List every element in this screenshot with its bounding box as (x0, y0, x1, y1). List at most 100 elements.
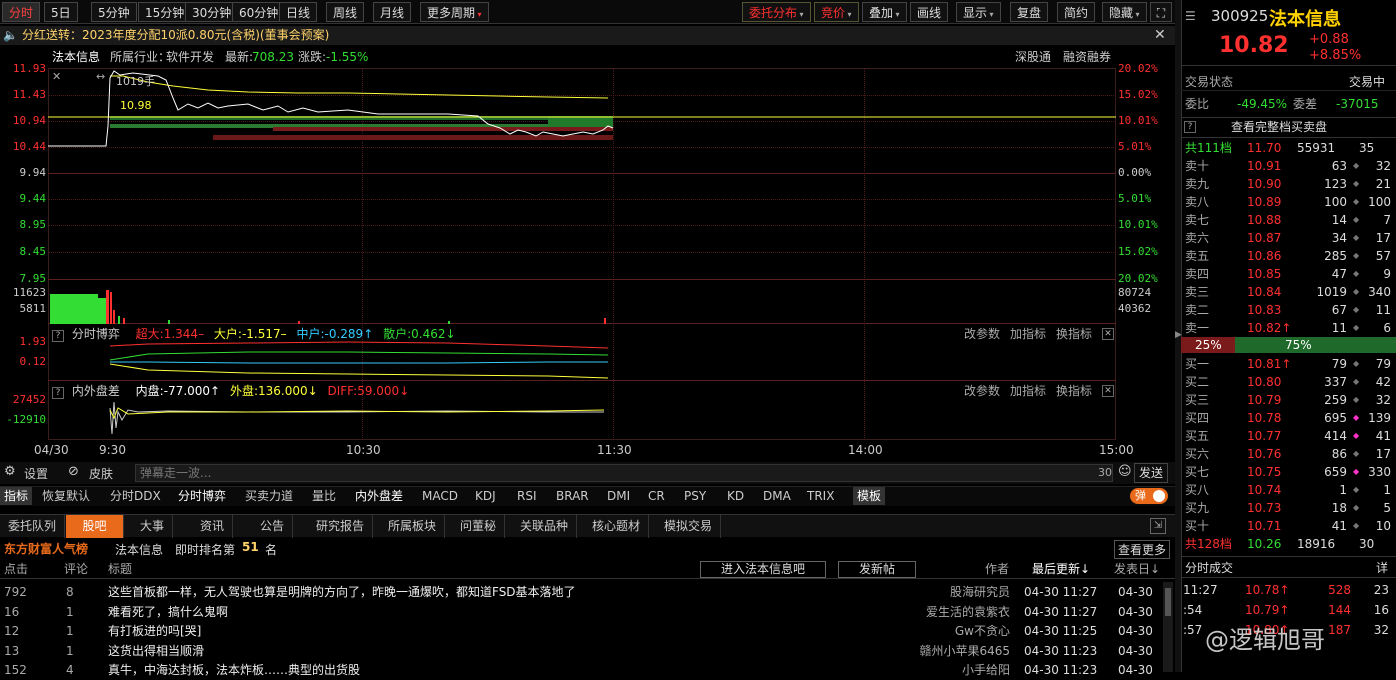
tab-announcements[interactable]: 公告 (252, 515, 294, 538)
col-title[interactable]: 标题 (108, 560, 132, 579)
industry-value[interactable]: 软件开发 (166, 47, 214, 67)
forum-post-row[interactable]: 16 1 难看死了，搞什么鬼啊 爱生活的袁紫衣 04-30 11:27 04-30 (0, 603, 1175, 622)
bid-level-row[interactable]: 买十 10.71 41 ◆ 10 (1181, 517, 1396, 535)
scrollbar-thumb[interactable] (1165, 588, 1171, 616)
period-5day-tab[interactable]: 5日 (44, 2, 78, 22)
margin-trading-link[interactable]: 融资融券 (1063, 47, 1111, 67)
display-button[interactable]: 显示 ▾ (956, 2, 1001, 22)
indicator-buysell[interactable]: 买卖力道 (245, 487, 293, 505)
template-button[interactable]: 模板 (853, 487, 886, 505)
simple-mode-button[interactable]: 简约 (1057, 2, 1096, 22)
bid-level-row[interactable]: 买六 10.76 86 ◆ 17 (1181, 445, 1396, 463)
new-post-button[interactable]: 发新帖 (838, 561, 917, 578)
indicator-kdj[interactable]: KDJ (475, 487, 496, 505)
full-book-row[interactable]: ? 查看完整档买卖盘 (1181, 117, 1396, 138)
col-updated[interactable]: 最后更新↓ (1032, 560, 1090, 579)
period-intraday-tab[interactable]: 分时 (2, 2, 41, 22)
ask-level-row[interactable]: 卖五 10.86 285 ◆ 57 (1181, 247, 1396, 265)
ask-level-row[interactable]: 卖三 10.84 1019 ◆ 340 (1181, 283, 1396, 301)
tab-order-queue[interactable]: 委托队列 (0, 515, 66, 538)
indicator-ddx[interactable]: 分时DDX (110, 487, 161, 505)
shenzhen-connect-link[interactable]: 深股通 (1015, 47, 1051, 67)
danmaku-input[interactable] (135, 464, 1113, 482)
overlay-button[interactable]: 叠加 ▾ (862, 2, 907, 22)
ask-level-row[interactable]: 卖九 10.90 123 ◆ 21 (1181, 175, 1396, 193)
post-author[interactable]: 爱生活的袁紫衣 (880, 603, 1010, 622)
tab-sectors[interactable]: 所属板块 (380, 515, 446, 538)
post-author[interactable]: 赣州小苹果6465 (880, 642, 1010, 661)
ask-level-row[interactable]: 卖一 10.82↑ 11 ◆ 6 (1181, 319, 1396, 337)
ask-level-row[interactable]: 卖二 10.83 67 ◆ 11 (1181, 301, 1396, 319)
ask-level-row[interactable]: 卖八 10.89 100 ◆ 100 (1181, 193, 1396, 211)
ask-level-row[interactable]: 卖七 10.88 14 ◆ 7 (1181, 211, 1396, 229)
tab-events[interactable]: 大事 (132, 515, 174, 538)
tab-simulated[interactable]: 模拟交易 (656, 515, 722, 538)
period-month-tab[interactable]: 月线 (373, 2, 412, 22)
ask-level-row[interactable]: 卖十 10.91 63 ◆ 32 (1181, 157, 1396, 175)
send-button[interactable]: 发送 (1134, 463, 1169, 483)
bid-level-row[interactable]: 买七 10.75 659 ◆ 330 (1181, 463, 1396, 481)
period-day-tab[interactable]: 日线 (279, 2, 318, 22)
indicator-boyi[interactable]: 分时博弈 (178, 487, 226, 505)
gear-icon[interactable]: ⚙ (4, 464, 16, 479)
settings-button[interactable]: 设置 (24, 465, 48, 482)
tab-guba[interactable]: 股吧 (66, 515, 124, 538)
post-title[interactable]: 真牛，中海达封板，法本炸板……典型的出货股 (108, 661, 360, 680)
tab-research[interactable]: 研究报告 (308, 515, 374, 538)
popout-icon[interactable]: ⇲ (1150, 518, 1166, 534)
bid-level-row[interactable]: 买三 10.79 259 ◆ 32 (1181, 391, 1396, 409)
bid-level-row[interactable]: 买九 10.73 18 ◆ 5 (1181, 499, 1396, 517)
post-title[interactable]: 难看死了，搞什么鬼啊 (108, 603, 228, 622)
indicator-volratio[interactable]: 量比 (312, 487, 336, 505)
bid-level-row[interactable]: 买四 10.78 695 ◆ 139 (1181, 409, 1396, 427)
ticks-detail-button[interactable]: 详 (1376, 557, 1388, 579)
indicator-cr[interactable]: CR (648, 487, 665, 505)
emoji-icon[interactable]: ☺ (1118, 464, 1132, 479)
close-icon[interactable]: ✕ (1102, 328, 1114, 340)
tab-related[interactable]: 关联品种 (512, 515, 578, 538)
post-title[interactable]: 这些首板都一样，无人驾驶也算是明牌的方向了，昨晚一通爆吹，都知道FSD基本落地了 (108, 583, 576, 602)
order-distribution-button[interactable]: 委托分布 ▾ (742, 2, 811, 22)
period-more-dropdown[interactable]: 更多周期 ▾ (420, 2, 489, 22)
view-more-button[interactable]: 查看更多 (1114, 540, 1171, 559)
indicator-psy[interactable]: PSY (684, 487, 706, 505)
forum-post-row[interactable]: 12 1 有打板进的吗[哭] Gw不贪心 04-30 11:25 04-30 (0, 622, 1175, 641)
settings-icon[interactable]: ☰ (1185, 9, 1196, 23)
indicator-reset[interactable]: 恢复默认 (42, 487, 90, 505)
close-icon[interactable]: ✕ (1102, 385, 1114, 397)
period-5min-tab[interactable]: 5分钟 (91, 2, 137, 22)
post-title[interactable]: 这货出得相当顺滑 (108, 642, 204, 661)
forum-post-row[interactable]: 152 4 真牛，中海达封板，法本炸板……典型的出货股 小手给阳 04-30 11:23… (0, 661, 1175, 680)
ask-level-row[interactable]: 卖六 10.87 34 ◆ 17 (1181, 229, 1396, 247)
col-posted[interactable]: 发表日↓ (1114, 560, 1160, 579)
indicator-macd[interactable]: MACD (422, 487, 458, 505)
forum-post-row[interactable]: 792 8 这些首板都一样，无人驾驶也算是明牌的方向了，昨晚一通爆吹，都知道FSD基… (0, 583, 1175, 602)
help-icon[interactable]: ? (1184, 121, 1196, 133)
forum-post-row[interactable]: 13 1 这货出得相当顺滑 赣州小苹果6465 04-30 11:23 04-30 (0, 642, 1175, 661)
resize-icon[interactable]: ↔ (96, 70, 105, 83)
bid-level-row[interactable]: 买一 10.81↑ 79 ◆ 79 (1181, 355, 1396, 373)
tab-news[interactable]: 资讯 (192, 515, 234, 538)
post-author[interactable]: 股海研究员 (880, 583, 1010, 602)
bid-level-row[interactable]: 买五 10.77 414 ◆ 41 (1181, 427, 1396, 445)
post-title[interactable]: 有打板进的吗[哭] (108, 622, 201, 641)
replay-button[interactable]: 复盘 (1010, 2, 1049, 22)
indicator-neiwai[interactable]: 内外盘差 (355, 487, 403, 505)
ask-level-row[interactable]: 卖四 10.85 47 ◆ 9 (1181, 265, 1396, 283)
bid-level-row[interactable]: 买二 10.80 337 ◆ 42 (1181, 373, 1396, 391)
indicator-rsi[interactable]: RSI (517, 487, 537, 505)
auction-button[interactable]: 竞价 ▾ (814, 2, 859, 22)
indicator-dmi[interactable]: DMI (607, 487, 630, 505)
skin-button[interactable]: 皮肤 (89, 465, 113, 482)
period-30min-tab[interactable]: 30分钟 (185, 2, 239, 22)
tab-themes[interactable]: 核心题材 (584, 515, 650, 538)
bo-yi-title[interactable]: 分时博弈 (72, 327, 120, 341)
col-author[interactable]: 作者 (985, 560, 1009, 579)
indicator-brar[interactable]: BRAR (556, 487, 589, 505)
post-author[interactable]: Gw不贪心 (880, 622, 1010, 641)
popup-toggle[interactable]: 弹 (1130, 488, 1168, 504)
close-icon[interactable]: ✕ (52, 70, 61, 83)
draw-line-button[interactable]: 画线 (910, 2, 949, 22)
expand-icon[interactable]: ⛶ (1150, 2, 1172, 22)
tab-ask-secretary[interactable]: 问董秘 (452, 515, 506, 538)
